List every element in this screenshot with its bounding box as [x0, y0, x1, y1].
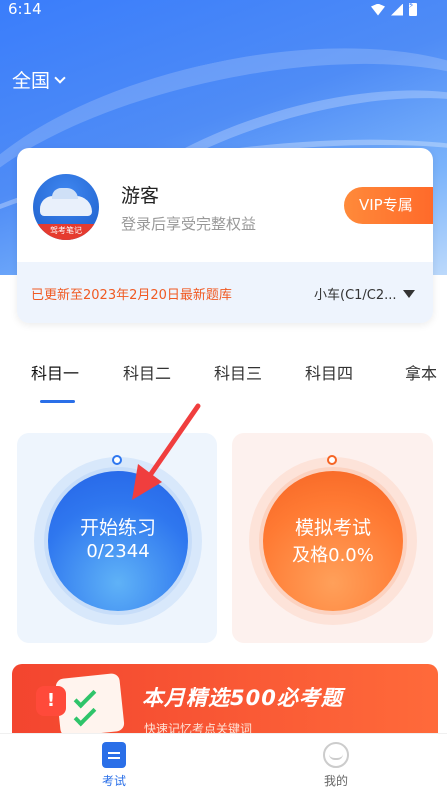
region-selector[interactable]: 全国 [12, 66, 66, 93]
user-name[interactable]: 游客 [121, 181, 159, 208]
practice-title: 开始练习 [79, 517, 156, 539]
avatar[interactable]: 驾考笔记 [33, 174, 99, 240]
profile-card[interactable]: 驾考笔记 游客 登录后享受完整权益 VIP专属 已更新至2023年2月20日最新… [17, 148, 433, 323]
battery-charging-icon [408, 1, 417, 16]
nav-profile[interactable]: 我的 [296, 742, 376, 789]
nav-exam[interactable]: 考试 [74, 742, 154, 789]
nav-exam-label: 考试 [101, 774, 126, 788]
triangle-down-icon [402, 289, 415, 298]
region-label: 全国 [12, 70, 51, 92]
exclamation-icon: ! [36, 686, 66, 716]
subject-tabs: 科目一 科目二 科目三 科目四 拿本 [0, 360, 447, 408]
banner-subtitle: 快速记忆考点关键词 [144, 722, 253, 734]
progress-indicator-dot [112, 455, 122, 465]
mock-exam-pass-rate: 及格0.0% [292, 545, 374, 566]
promo-banner[interactable]: ! 本月精选500必考题 快速记忆考点关键词 [12, 664, 438, 734]
mock-exam-title: 模拟考试 [294, 517, 371, 539]
car-image [40, 188, 92, 216]
active-tab-indicator [40, 400, 75, 403]
tab-subject-2[interactable]: 科目二 [123, 360, 171, 384]
bottom-navigation: 考试 我的 [0, 733, 447, 795]
status-time: 6:14 [8, 0, 42, 18]
tab-subject-3[interactable]: 科目三 [214, 360, 262, 384]
tab-license[interactable]: 拿本 [405, 360, 437, 384]
tab-subject-1[interactable]: 科目一 [31, 360, 79, 384]
exam-icon [102, 742, 126, 768]
nav-profile-label: 我的 [323, 774, 348, 788]
tab-subject-4[interactable]: 科目四 [305, 360, 353, 384]
car-type-label: 小车(C1/C2... [314, 288, 397, 303]
wifi-icon [371, 3, 385, 16]
status-bar: 6:14 [0, 0, 447, 20]
practice-progress: 0/2344 [86, 541, 150, 562]
pass-rate-indicator-dot [327, 455, 337, 465]
profile-icon [323, 742, 349, 768]
login-hint[interactable]: 登录后享受完整权益 [121, 213, 256, 234]
avatar-brand-label: 驾考笔记 [33, 224, 99, 240]
banner-title: 本月精选500必考题 [142, 686, 343, 710]
vip-button[interactable]: VIP专属 [344, 187, 433, 224]
signal-icon [391, 3, 403, 16]
update-notice: 已更新至2023年2月20日最新题库 [31, 288, 232, 303]
pointer-arrow-icon [132, 403, 201, 500]
chevron-down-icon [54, 71, 66, 84]
car-type-selector[interactable]: 小车(C1/C2... [314, 284, 415, 303]
mock-exam-panel[interactable]: 模拟考试 及格0.0% [232, 433, 433, 643]
